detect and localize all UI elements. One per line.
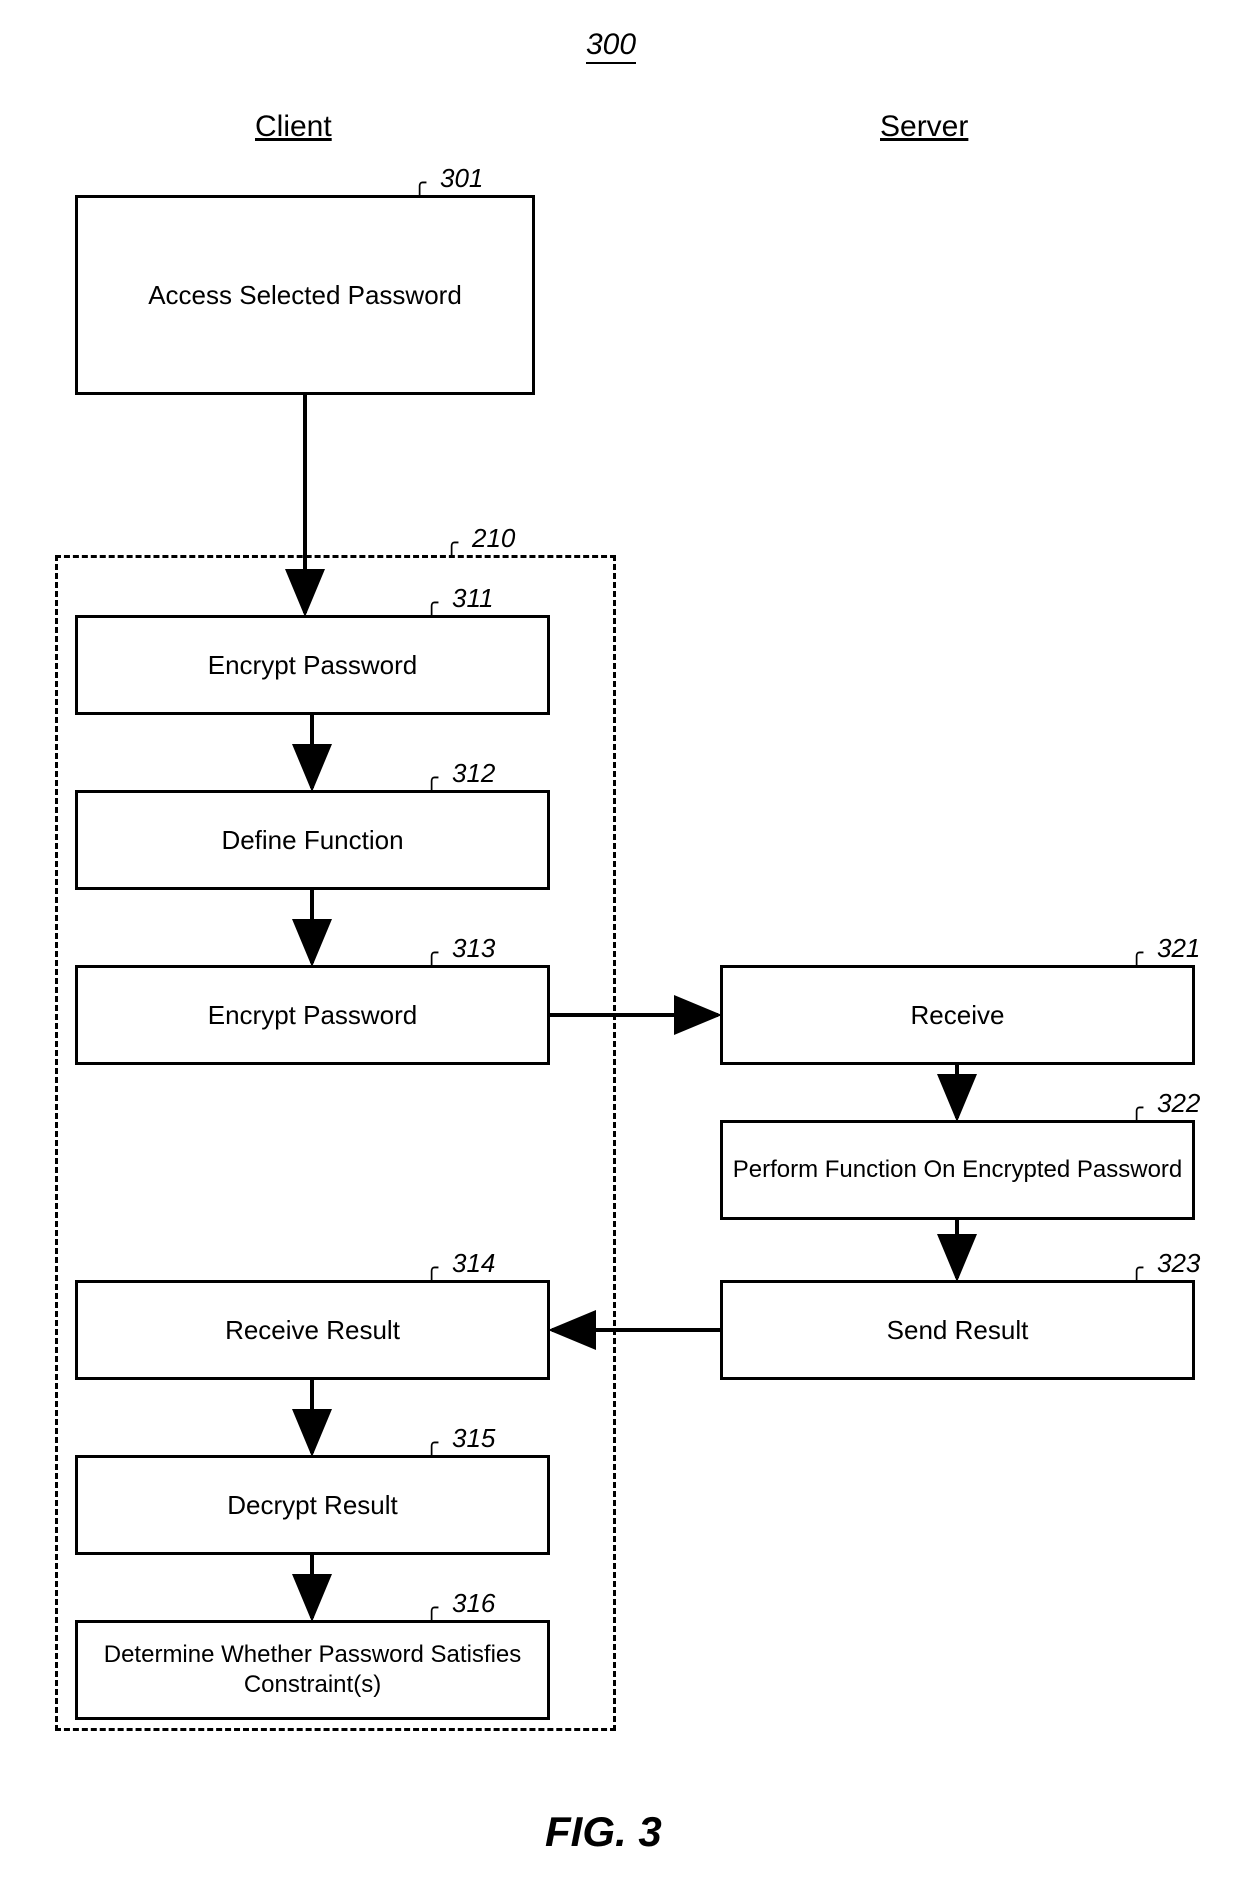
callout-323: 323 [1157,1248,1200,1279]
box-301: Access Selected Password [75,195,535,395]
callout-tick: ╭ [425,1255,438,1281]
callout-tick: ╭ [425,765,438,791]
callout-322: 322 [1157,1088,1200,1119]
callout-315: 315 [452,1423,495,1454]
callout-tick: ╭ [1130,1095,1143,1121]
callout-301: 301 [440,163,483,194]
callout-316: 316 [452,1588,495,1619]
figure-caption: FIG. 3 [545,1808,662,1856]
callout-314: 314 [452,1248,495,1279]
callout-210: 210 [472,523,515,554]
header-server: Server [880,110,968,144]
box-316: Determine Whether Password Satisfies Con… [75,1620,550,1720]
box-313: Encrypt Password [75,965,550,1065]
callout-tick: ╭ [445,530,458,556]
callout-312: 312 [452,758,495,789]
callout-tick: ╭ [425,1595,438,1621]
callout-311: 311 [452,583,493,614]
box-311: Encrypt Password [75,615,550,715]
callout-321: 321 [1157,933,1200,964]
callout-tick: ╭ [425,940,438,966]
header-client: Client [255,110,332,144]
callout-tick: ╭ [413,170,426,196]
callout-tick: ╭ [425,1430,438,1456]
box-323: Send Result [720,1280,1195,1380]
box-314: Receive Result [75,1280,550,1380]
box-321: Receive [720,965,1195,1065]
callout-tick: ╭ [1130,1255,1143,1281]
box-312: Define Function [75,790,550,890]
diagram-stage: 300 Client Server Access Selected Passwo… [0,0,1240,1892]
figure-reference: 300 [586,28,636,64]
box-322: Perform Function On Encrypted Password [720,1120,1195,1220]
box-315: Decrypt Result [75,1455,550,1555]
callout-tick: ╭ [425,590,438,616]
callout-tick: ╭ [1130,940,1143,966]
callout-313: 313 [452,933,495,964]
